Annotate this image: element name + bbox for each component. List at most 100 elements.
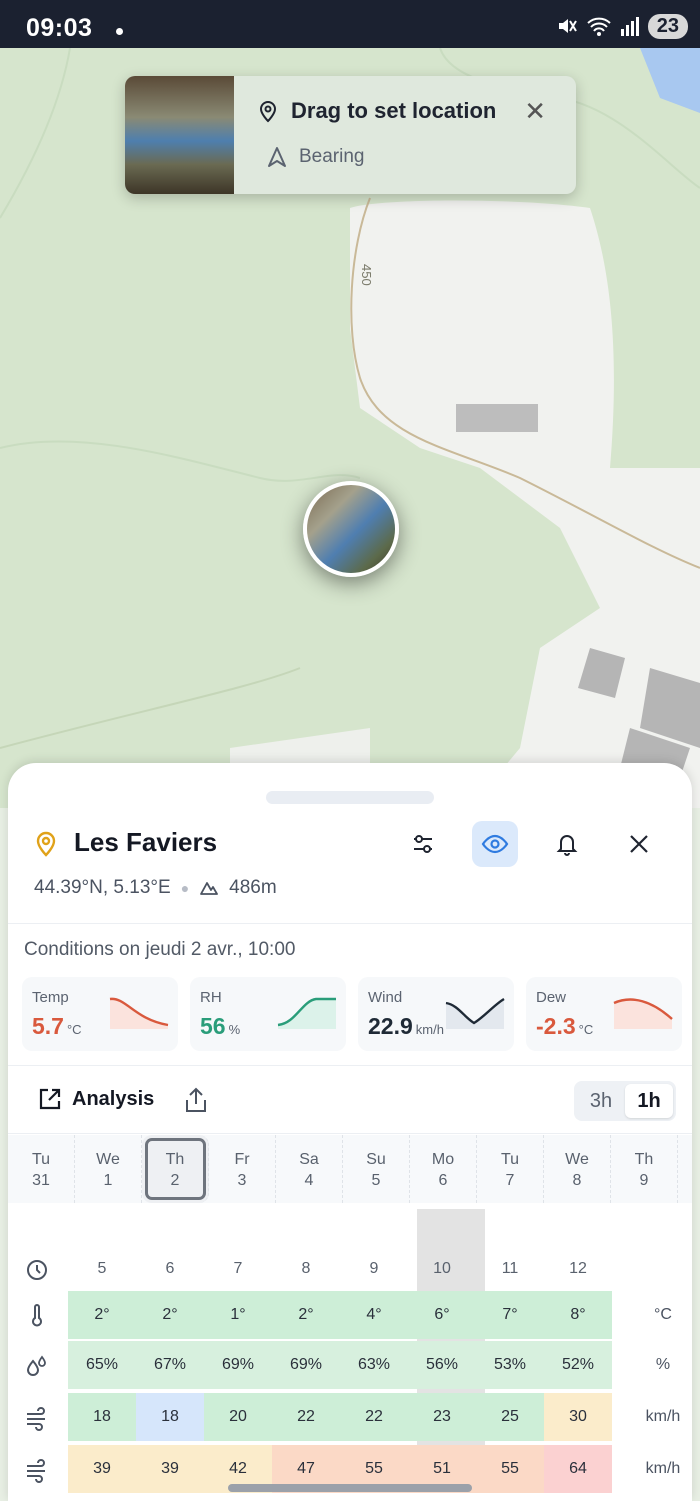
wind-cell[interactable]: 18 <box>136 1393 204 1441</box>
alert-button[interactable] <box>544 821 590 867</box>
location-popup[interactable]: Drag to set location ✕ Bearing <box>125 76 576 194</box>
card-value: 22.9 km/h <box>368 1013 444 1039</box>
temp-cell[interactable]: 8° <box>544 1291 612 1339</box>
card-label: RH <box>200 989 222 1006</box>
rh-cell[interactable]: 56% <box>408 1341 476 1389</box>
interval-3h[interactable]: 3h <box>577 1084 625 1118</box>
hour-label: 5 <box>97 1260 107 1277</box>
notification-dot <box>116 28 123 35</box>
card-value: -2.3 °C <box>536 1013 594 1039</box>
wind-cell[interactable]: 30 <box>544 1393 612 1441</box>
wind-gust-icon <box>27 1459 45 1483</box>
day-tab[interactable]: We 1 <box>75 1135 142 1203</box>
photo-location-marker[interactable] <box>303 481 399 577</box>
wind-card[interactable]: Wind 22.9 km/h <box>358 977 514 1051</box>
home-indicator[interactable] <box>228 1484 472 1492</box>
mountain-icon <box>200 882 219 895</box>
temp-cell[interactable]: 6° <box>408 1291 476 1339</box>
popup-title-row: Drag to set location <box>257 98 496 124</box>
dew-card[interactable]: Dew -2.3 °C <box>526 977 682 1051</box>
day-tab[interactable]: We 8 <box>544 1135 611 1203</box>
rh-cell[interactable]: 69% <box>272 1341 340 1389</box>
rh-cell[interactable]: 67% <box>136 1341 204 1389</box>
card-label: Temp <box>32 989 69 1006</box>
temp-cell[interactable]: 2° <box>272 1291 340 1339</box>
day-name: Th <box>165 1151 185 1168</box>
temp-cell[interactable]: 1° <box>204 1291 272 1339</box>
day-tab[interactable]: Th 2 <box>142 1135 209 1203</box>
analysis-label: Analysis <box>72 1087 155 1110</box>
watch-toggle-button[interactable] <box>472 821 518 867</box>
rh-cell[interactable]: 52% <box>544 1341 612 1389</box>
temp-cell[interactable]: 4° <box>340 1291 408 1339</box>
wind-cell[interactable]: 22 <box>340 1393 408 1441</box>
sliders-icon <box>414 835 432 853</box>
hourly-forecast-table: 5 6 7 8 9 10 11 12 2° 2° 1° 2° 4° 6° 7° 8° °C 65% 67% 69% 69… <box>8 1209 692 1493</box>
day-tab[interactable]: Sa 4 <box>276 1135 343 1203</box>
day-tab[interactable]: Su 5 <box>343 1135 410 1203</box>
card-value: 56% <box>200 1013 241 1039</box>
bearing-button[interactable]: Bearing <box>267 146 365 168</box>
wifi-icon <box>587 17 611 36</box>
gust-cell[interactable]: 39 <box>136 1445 204 1493</box>
day-name: We <box>565 1151 589 1168</box>
wind-trend-sparkline <box>445 997 505 1029</box>
day-tab[interactable]: Mo 6 <box>410 1135 477 1203</box>
wind-cell[interactable]: 20 <box>204 1393 272 1441</box>
gust-cell[interactable]: 55 <box>476 1445 544 1493</box>
temp-cell[interactable]: 2° <box>136 1291 204 1339</box>
rh-cell[interactable]: 53% <box>476 1341 544 1389</box>
wind-cell[interactable]: 23 <box>408 1393 476 1441</box>
close-sheet-button[interactable] <box>616 821 662 867</box>
day-tab[interactable]: Tu 31 <box>8 1135 75 1203</box>
wind-cell[interactable]: 18 <box>68 1393 136 1441</box>
rh-cell[interactable]: 63% <box>340 1341 408 1389</box>
close-icon <box>630 835 648 853</box>
photo-thumbnail[interactable] <box>125 76 234 194</box>
filter-settings-button[interactable] <box>400 821 446 867</box>
conditions-cards: Temp 5.7 °C RH 56% Wind 22.9 km/h Dew -2.3… <box>22 977 682 1051</box>
status-bar: 09:03 23 <box>0 0 700 48</box>
location-meta: 44.39°N, 5.13°E ● 486m <box>34 877 277 899</box>
card-label: Wind <box>368 989 403 1006</box>
temp-card[interactable]: Temp 5.7 °C <box>22 977 178 1051</box>
signal-icon <box>620 17 639 36</box>
hour-label: 12 <box>569 1260 587 1277</box>
temp-cell[interactable]: 2° <box>68 1291 136 1339</box>
sheet-drag-handle[interactable] <box>266 791 434 804</box>
wind-cell[interactable]: 25 <box>476 1393 544 1441</box>
wind-row: 18 18 20 22 22 23 25 30 km/h <box>8 1393 692 1441</box>
rh-card[interactable]: RH 56% <box>190 977 346 1051</box>
temp-cell[interactable]: 7° <box>476 1291 544 1339</box>
location-pin-icon <box>259 101 277 123</box>
gust-cell[interactable]: 39 <box>68 1445 136 1493</box>
bell-icon <box>556 835 578 856</box>
day-tab[interactable]: Fr 3 <box>209 1135 276 1203</box>
day-tab[interactable]: Tu 7 <box>477 1135 544 1203</box>
bottom-sheet: Les Faviers 44.39°N, 5.13°E ● 486m Condi… <box>8 763 692 1501</box>
day-tab[interactable]: Th 9 <box>611 1135 678 1203</box>
gust-cell[interactable]: 64 <box>544 1445 612 1493</box>
row-unit: km/h <box>645 1460 681 1477</box>
hour-label: 6 <box>165 1260 175 1277</box>
day-number: 4 <box>304 1172 314 1189</box>
hour-label: 11 <box>501 1260 519 1277</box>
hour-label: 10 <box>433 1260 451 1277</box>
rh-cell[interactable]: 65% <box>68 1341 136 1389</box>
interval-1h[interactable]: 1h <box>625 1084 673 1118</box>
day-number: 1 <box>103 1172 113 1189</box>
hours-row: 5 6 7 8 9 10 11 12 <box>8 1245 692 1293</box>
rh-cell[interactable]: 69% <box>204 1341 272 1389</box>
day-number: 8 <box>572 1172 582 1189</box>
wind-cell[interactable]: 22 <box>272 1393 340 1441</box>
contour-label: 450 <box>359 264 374 286</box>
analysis-button[interactable]: Analysis <box>38 1087 154 1111</box>
share-button[interactable] <box>184 1087 208 1118</box>
external-link-icon <box>39 1088 61 1110</box>
toolbar: Analysis 3h 1h <box>8 1067 692 1133</box>
bearing-label: Bearing <box>299 146 365 167</box>
humidity-drops-icon <box>26 1355 46 1376</box>
thermometer-icon <box>32 1304 42 1327</box>
day-tab[interactable]: Fr10 <box>678 1135 692 1203</box>
close-popup-icon[interactable]: ✕ <box>524 98 546 124</box>
